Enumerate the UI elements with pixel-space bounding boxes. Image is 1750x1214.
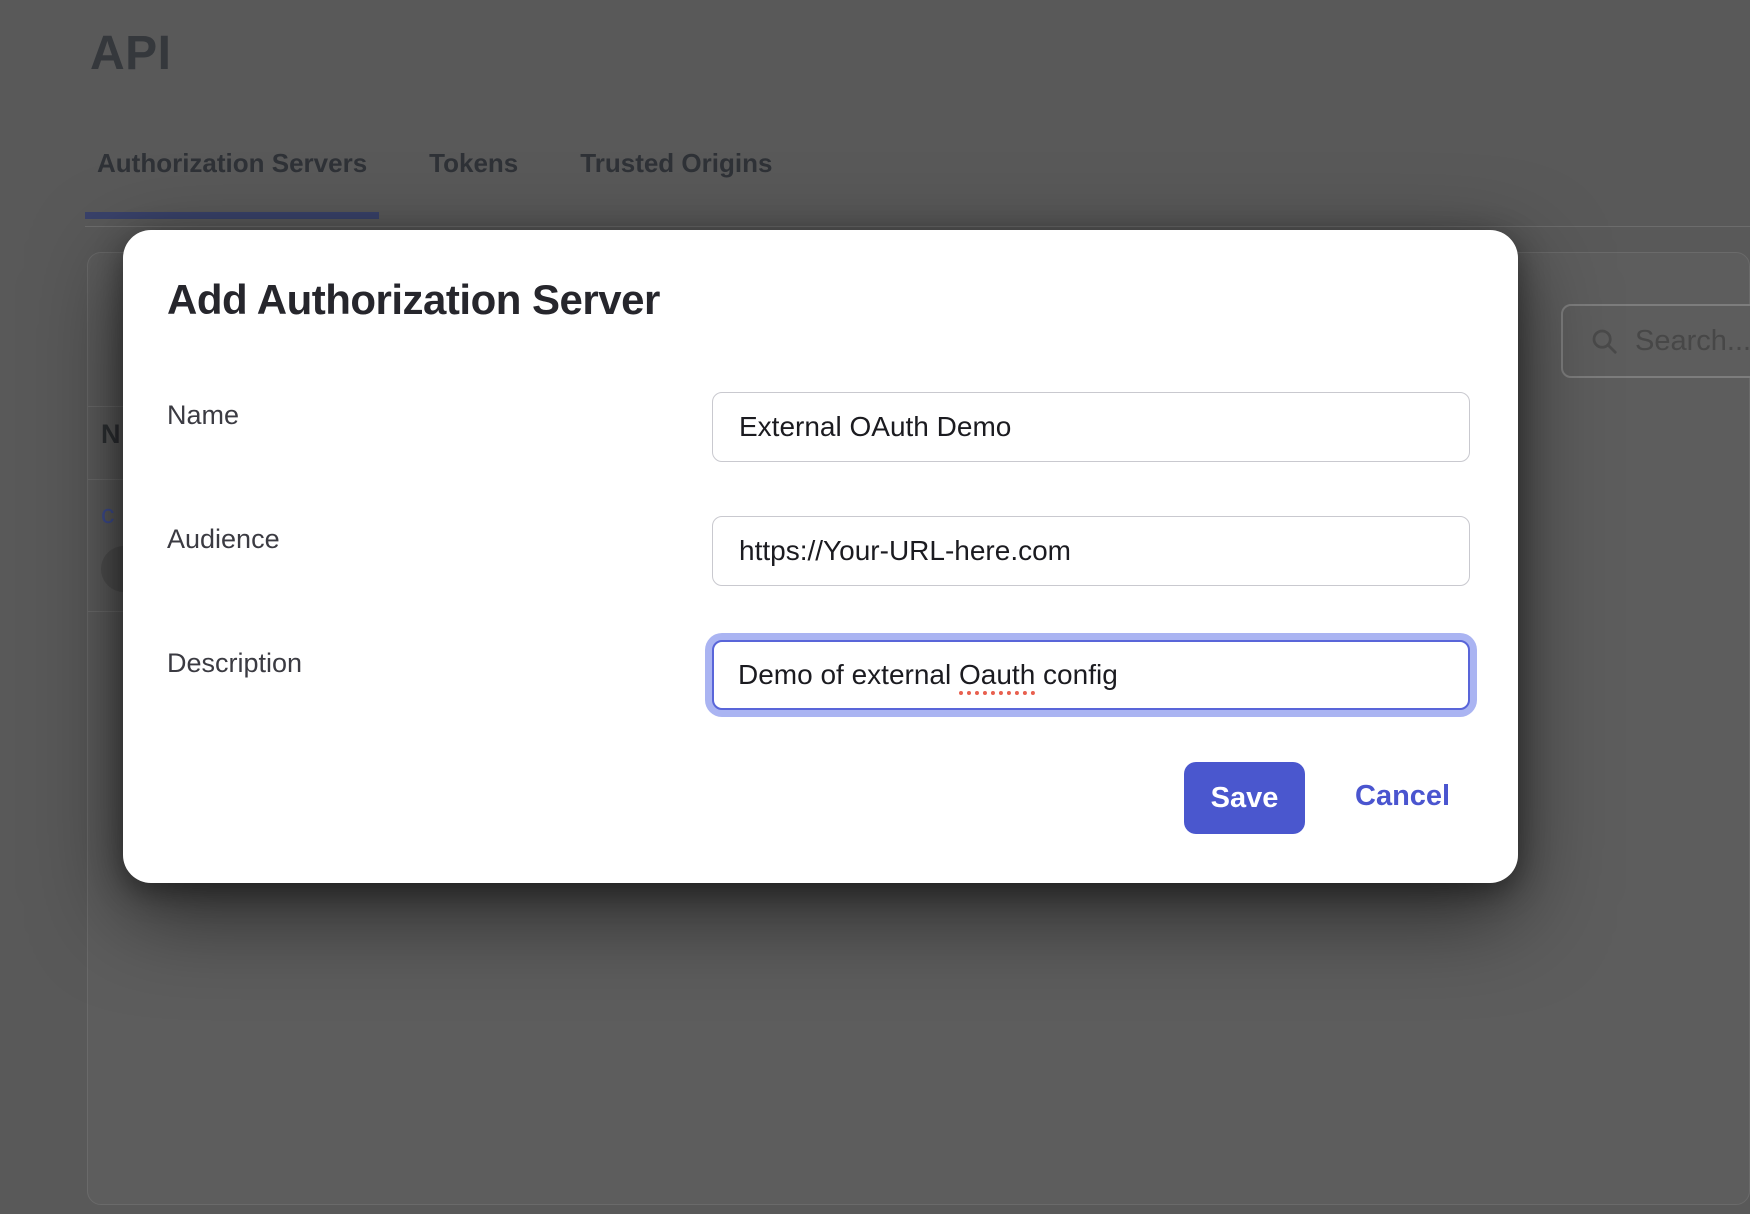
modal-title: Add Authorization Server <box>167 276 660 324</box>
name-field[interactable] <box>712 392 1470 462</box>
search-icon <box>1589 326 1619 356</box>
description-misspelled-word: Oauth <box>959 659 1035 691</box>
table-row-link-fragment[interactable]: c <box>101 499 115 530</box>
description-text: Demo of external <box>738 659 959 691</box>
tab-trusted-origins[interactable]: Trusted Origins <box>568 148 784 219</box>
page-title: API <box>90 26 172 81</box>
tab-bar: Authorization Servers Tokens Trusted Ori… <box>85 148 784 219</box>
tab-bar-divider <box>85 226 1750 227</box>
description-label: Description <box>167 648 302 679</box>
name-label: Name <box>167 400 239 431</box>
cancel-button[interactable]: Cancel <box>1355 780 1450 813</box>
description-field[interactable]: Demo of external Oauth config <box>712 640 1470 710</box>
search-box <box>1561 304 1750 378</box>
tab-tokens[interactable]: Tokens <box>417 148 530 219</box>
save-button[interactable]: Save <box>1184 762 1305 834</box>
add-authorization-server-modal: Add Authorization Server Name Audience D… <box>123 230 1518 883</box>
tab-authorization-servers[interactable]: Authorization Servers <box>85 148 379 219</box>
audience-label: Audience <box>167 524 280 555</box>
audience-field[interactable] <box>712 516 1470 586</box>
description-text: config <box>1035 659 1118 691</box>
table-header-name-fragment: N <box>101 419 121 450</box>
